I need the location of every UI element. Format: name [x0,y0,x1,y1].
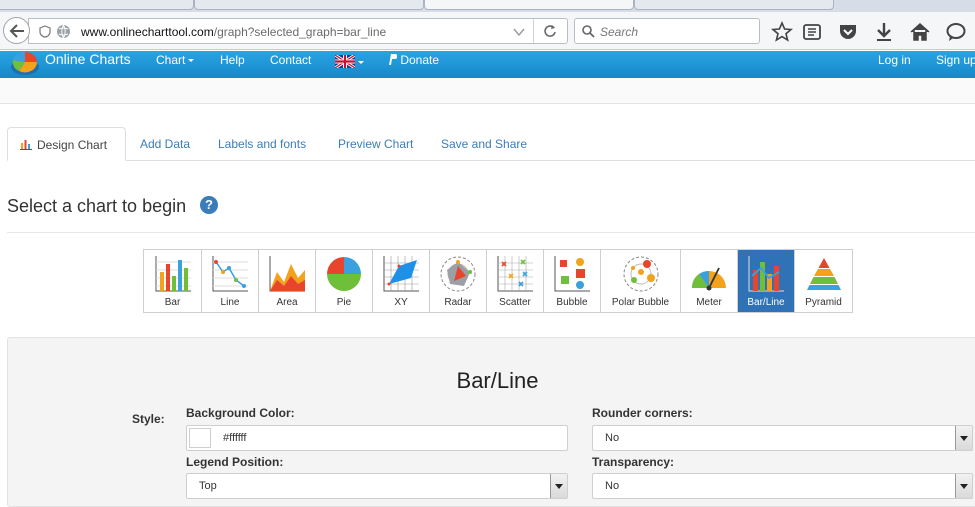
page-title: Select a chart to begin [7,196,187,216]
chart-type-xy[interactable]: XY [373,250,430,312]
chart-type-pyramid[interactable]: Pyramid [795,250,852,312]
scatter-chart-icon [497,256,533,292]
chart-type-label: Meter [696,297,722,308]
shield-icon [39,25,51,38]
chart-type-label: Bar [164,297,181,308]
browser-tab[interactable] [0,0,194,10]
select-arrow-icon[interactable] [955,426,972,450]
chart-type-polar-bubble[interactable]: Polar Bubble [601,250,681,312]
browser-tabstrip [0,0,975,12]
tab-save-share[interactable]: Save and Share [441,127,527,161]
url-bar[interactable]: www.onlinecharttool.com/graph?selected_g… [28,18,568,44]
tab-design-chart[interactable]: Design Chart [7,127,126,161]
chart-type-label: Line [220,297,240,308]
chart-type-label: Scatter [499,297,531,308]
browser-tab[interactable] [194,0,424,10]
tab-preview-chart[interactable]: Preview Chart [338,127,413,161]
polar-bubble-chart-icon [623,256,658,292]
chart-type-label: Pie [336,297,352,308]
rounder-corners-select[interactable]: No [592,425,973,451]
chart-type-picker: Bar Line Area Pie XY Radar Scatter Bubbl… [143,249,853,313]
download-icon[interactable] [872,20,896,44]
browser-tab[interactable] [634,0,834,10]
chart-type-scatter[interactable]: Scatter [487,250,544,312]
chart-type-meter[interactable]: Meter [681,250,738,312]
line-chart-icon [212,256,248,292]
chart-type-area[interactable]: Area [259,250,316,312]
site-navbar: Online Charts Chart Help Contact Donate … [0,51,975,78]
color-swatch[interactable] [189,428,211,448]
transparency-label: Transparency: [592,455,675,469]
transparency-select[interactable]: No [592,473,973,499]
chart-type-bar[interactable]: Bar [144,250,202,312]
tab-add-data[interactable]: Add Data [140,127,190,161]
pocket-icon[interactable] [836,20,860,44]
chart-type-bar-line[interactable]: Bar/Line [738,250,795,312]
url-text: www.onlinecharttool.com/graph?selected_g… [81,25,387,39]
browser-tab-active[interactable] [424,0,634,10]
chart-type-line[interactable]: Line [202,250,259,312]
xy-chart-icon [383,256,419,292]
settings-title: Bar/Line [456,368,539,393]
chart-type-bubble[interactable]: Bubble [544,250,601,312]
nav-signup[interactable]: Sign up [936,53,975,67]
tab-labels-fonts[interactable]: Labels and fonts [218,127,306,161]
reload-icon[interactable] [543,24,557,38]
chart-type-label: Bar/Line [747,297,785,308]
chart-type-label: Polar Bubble [611,297,670,308]
bubble-chart-icon [554,256,590,292]
area-chart-icon [269,256,305,292]
nav-help[interactable]: Help [220,53,245,67]
subheader-band [0,78,975,104]
meter-chart-icon [691,267,726,291]
legend-position-label: Legend Position: [186,455,284,469]
search-placeholder: Search [600,25,639,39]
browser-toolbar: www.onlinecharttool.com/graph?selected_g… [0,12,975,50]
home-icon[interactable] [908,20,932,44]
section-divider [7,232,975,233]
back-arrow-icon [9,23,24,38]
globe-icon [57,24,70,39]
uk-flag-icon [334,53,356,70]
search-bar[interactable]: Search [574,18,760,44]
chart-type-label: Radar [444,297,472,308]
select-arrow-icon[interactable] [550,474,567,498]
chart-type-label: Bubble [556,297,588,308]
search-icon [582,25,595,38]
language-menu[interactable] [334,53,364,70]
chart-type-radar[interactable]: Radar [430,250,487,312]
dropdown-arrow-icon[interactable] [513,28,525,36]
legend-position-select[interactable]: Top [186,473,568,499]
nav-login[interactable]: Log in [878,53,911,67]
nav-donate[interactable]: Donate [388,53,439,67]
chart-type-label: XY [394,297,408,308]
pyramid-chart-icon [806,258,841,290]
help-icon[interactable]: ? [200,196,218,214]
logo-icon[interactable] [9,48,41,76]
brand-name[interactable]: Online Charts [45,51,131,67]
style-label: Style: [132,412,165,426]
reading-list-icon[interactable] [800,20,824,44]
background-color-label: Background Color: [186,406,295,420]
bar-chart-small-icon [20,140,32,150]
select-arrow-icon[interactable] [955,474,972,498]
paypal-icon [389,54,398,65]
background-color-input[interactable]: #ffffff [186,425,568,451]
bookmark-star-icon[interactable] [770,20,794,44]
bar-chart-icon [155,256,191,292]
rounder-corners-label: Rounder corners: [592,406,693,420]
chart-type-label: Area [276,297,298,308]
nav-contact[interactable]: Contact [270,53,311,67]
back-button[interactable] [3,17,30,44]
chat-icon[interactable] [944,20,968,44]
chart-type-label: Pyramid [805,297,842,308]
chart-type-pie[interactable]: Pie [316,250,373,312]
nav-chart[interactable]: Chart [156,53,195,67]
pie-chart-icon [327,257,361,291]
bar-line-chart-icon [748,256,784,292]
url-divider [533,19,534,43]
radar-chart-icon [440,256,476,292]
